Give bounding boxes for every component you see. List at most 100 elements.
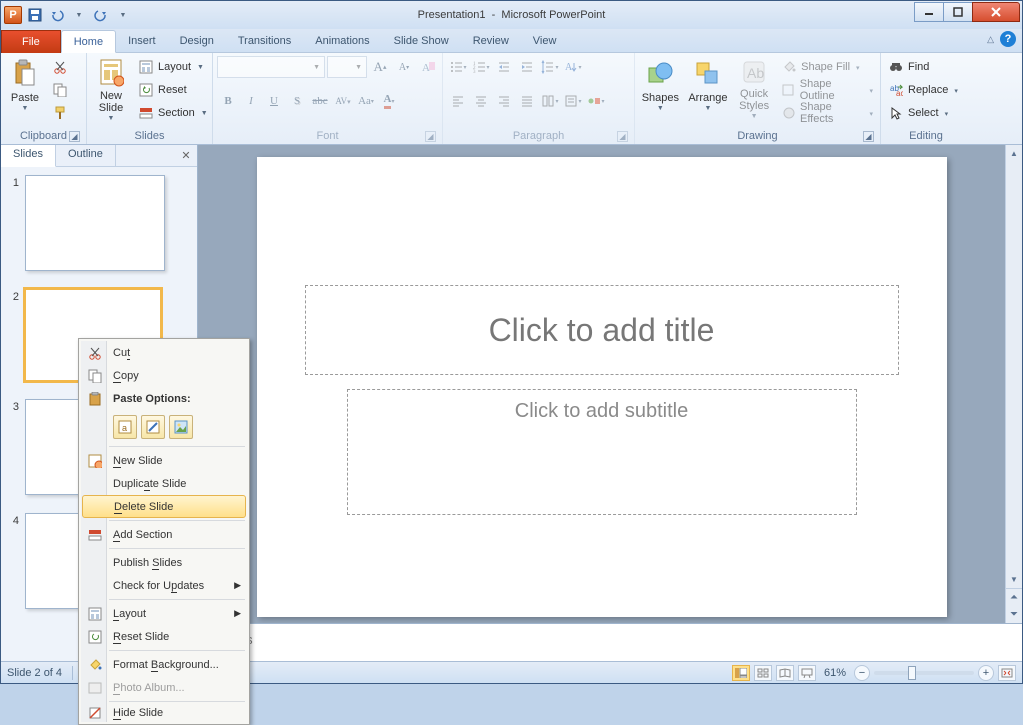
copy-button[interactable] [49, 79, 71, 101]
scroll-down-arrow[interactable]: ▼ [1006, 571, 1022, 588]
find-button[interactable]: Find [885, 56, 961, 78]
paste-keep-source[interactable] [141, 415, 165, 439]
sorter-view-button[interactable] [754, 665, 772, 681]
menu-delete-slide[interactable]: Delete Slide [82, 495, 246, 518]
menu-copy[interactable]: Copy [81, 364, 247, 387]
line-spacing-button[interactable]: ▾ [539, 56, 561, 78]
section-button[interactable]: Section▼ [135, 102, 211, 124]
text-direction-button[interactable]: A▾ [562, 56, 584, 78]
help-button[interactable]: ? [1000, 31, 1016, 47]
shrink-font-button[interactable]: A▾ [393, 56, 415, 78]
pane-close-button[interactable]: ✕ [175, 145, 197, 166]
tab-slideshow[interactable]: Slide Show [382, 29, 461, 52]
tab-file[interactable]: File [1, 30, 61, 53]
menu-format-background[interactable]: Format Background... [81, 653, 247, 676]
underline-button[interactable]: U [263, 90, 285, 112]
font-size-combo[interactable]: ▼ [327, 56, 367, 78]
paste-picture[interactable] [169, 415, 193, 439]
scroll-up-arrow[interactable]: ▲ [1006, 145, 1022, 162]
replace-button[interactable]: abacReplace▾ [885, 79, 961, 101]
char-spacing-button[interactable]: AV▾ [332, 90, 354, 112]
tab-insert[interactable]: Insert [116, 29, 168, 52]
bullets-button[interactable]: ▾ [447, 56, 469, 78]
notes-pane[interactable]: d notes [198, 623, 1022, 661]
zoom-level[interactable]: 61% [824, 667, 846, 679]
strikethrough-button[interactable]: abc [309, 90, 331, 112]
shape-fill-button[interactable]: Shape Fill▾ [778, 56, 876, 78]
shadow-button[interactable]: S [286, 90, 308, 112]
subtitle-placeholder[interactable]: Click to add subtitle [347, 389, 857, 515]
menu-new-slide[interactable]: New Slide [81, 449, 247, 472]
fit-window-button[interactable] [998, 665, 1016, 681]
zoom-out-button[interactable]: − [854, 665, 870, 681]
next-slide-button[interactable]: ⏷ [1006, 606, 1022, 623]
align-text-button[interactable]: ▾ [562, 90, 584, 112]
prev-slide-button[interactable]: ⏶ [1006, 589, 1022, 606]
menu-publish-slides[interactable]: Publish Slides [81, 551, 247, 574]
increase-indent-button[interactable] [516, 56, 538, 78]
italic-button[interactable]: I [240, 90, 262, 112]
new-slide-button[interactable]: New Slide▼ [91, 56, 131, 122]
tab-review[interactable]: Review [461, 29, 521, 52]
app-icon[interactable]: P [3, 5, 23, 25]
qat-undo-dropdown[interactable]: ▼ [69, 6, 89, 26]
menu-duplicate-slide[interactable]: Duplicate Slide [81, 472, 247, 495]
smartart-button[interactable]: ▾ [585, 90, 607, 112]
menu-add-section[interactable]: Add Section [81, 523, 247, 546]
qat-customize-dropdown[interactable]: ▼ [113, 6, 133, 26]
tab-animations[interactable]: Animations [303, 29, 381, 52]
vertical-scrollbar[interactable]: ▲ ▼ ⏶ ⏷ [1005, 145, 1022, 623]
shapes-button[interactable]: Shapes▼ [639, 56, 682, 122]
arrange-button[interactable]: Arrange▼ [686, 56, 730, 122]
menu-layout[interactable]: Layout▶ [81, 602, 247, 625]
align-center-button[interactable] [470, 90, 492, 112]
reset-button[interactable]: Reset [135, 79, 211, 101]
paste-button[interactable]: Paste▼ [5, 56, 45, 122]
minimize-ribbon-icon[interactable]: △ [987, 34, 994, 45]
tab-view[interactable]: View [521, 29, 569, 52]
qat-redo-button[interactable] [91, 5, 111, 25]
slide-canvas[interactable]: Click to add title Click to add subtitle [257, 157, 947, 617]
tab-transitions[interactable]: Transitions [226, 29, 303, 52]
font-color-button[interactable]: A▾ [378, 90, 400, 112]
numbering-button[interactable]: 123▾ [470, 56, 492, 78]
bold-button[interactable]: B [217, 90, 239, 112]
align-right-button[interactable] [493, 90, 515, 112]
layout-button[interactable]: Layout▼ [135, 56, 211, 78]
quick-styles-button[interactable]: Ab Quick Styles▼ [734, 56, 774, 122]
pane-tab-slides[interactable]: Slides [1, 145, 56, 167]
normal-view-button[interactable] [732, 665, 750, 681]
select-button[interactable]: Select▾ [885, 102, 961, 124]
justify-button[interactable] [516, 90, 538, 112]
reading-view-button[interactable] [776, 665, 794, 681]
slide-thumbnail-1[interactable] [25, 175, 165, 271]
shape-effects-button[interactable]: Shape Effects▾ [778, 102, 876, 124]
drawing-dialog-launcher[interactable]: ◢ [863, 131, 874, 142]
paste-dest-theme[interactable]: a [113, 415, 137, 439]
shape-outline-button[interactable]: Shape Outline▾ [778, 79, 876, 101]
zoom-slider[interactable] [874, 671, 974, 675]
tab-home[interactable]: Home [61, 30, 116, 53]
close-button[interactable] [972, 2, 1020, 22]
paragraph-dialog-launcher[interactable]: ◢ [617, 131, 628, 142]
clipboard-dialog-launcher[interactable]: ◢ [69, 131, 80, 142]
tab-design[interactable]: Design [168, 29, 226, 52]
pane-tab-outline[interactable]: Outline [56, 145, 116, 166]
minimize-button[interactable] [914, 2, 944, 22]
title-placeholder[interactable]: Click to add title [305, 285, 899, 375]
qat-save-button[interactable] [25, 5, 45, 25]
align-left-button[interactable] [447, 90, 469, 112]
zoom-in-button[interactable]: + [978, 665, 994, 681]
slideshow-view-button[interactable] [798, 665, 816, 681]
menu-reset-slide[interactable]: Reset Slide [81, 625, 247, 648]
qat-undo-button[interactable] [47, 5, 67, 25]
change-case-button[interactable]: Aa▾ [355, 90, 377, 112]
cut-button[interactable] [49, 56, 71, 78]
clear-formatting-button[interactable]: A [417, 56, 439, 78]
menu-cut[interactable]: Cut [81, 341, 247, 364]
font-dialog-launcher[interactable]: ◢ [425, 131, 436, 142]
columns-button[interactable]: ▾ [539, 90, 561, 112]
menu-hide-slide[interactable]: Hide Slide [81, 704, 247, 722]
decrease-indent-button[interactable] [493, 56, 515, 78]
font-name-combo[interactable]: ▼ [217, 56, 325, 78]
